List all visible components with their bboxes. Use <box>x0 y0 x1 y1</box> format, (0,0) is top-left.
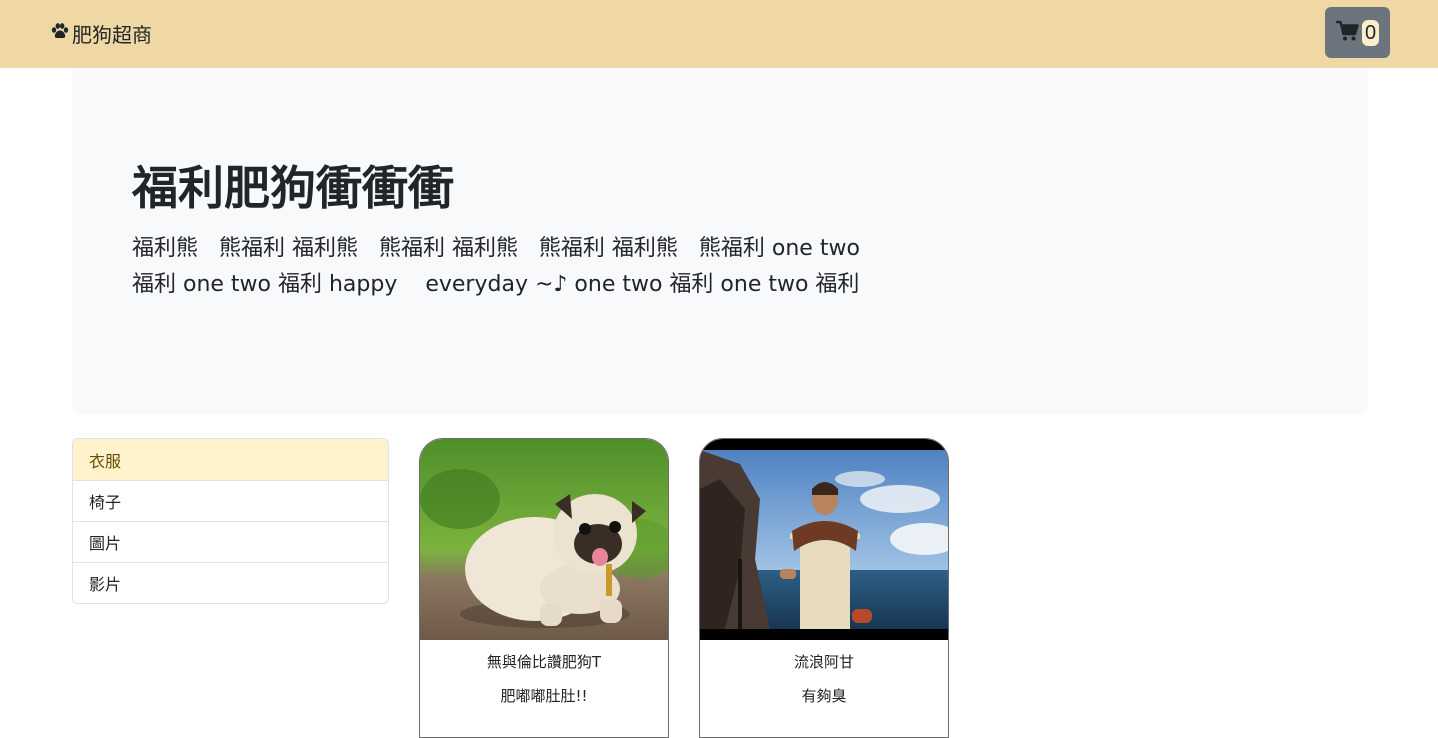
castaway-photo <box>700 439 948 640</box>
hero-lead: 福利熊 熊福利 福利熊 熊福利 福利熊 熊福利 福利熊 熊福利 one two … <box>132 236 860 297</box>
brand-name: 肥狗超商 <box>72 22 152 47</box>
product-card[interactable]: 無與倫比讚肥狗T 肥嘟嘟肚肚!! <box>419 438 669 738</box>
hero-jumbotron: 福利肥狗衝衝衝 福利熊 熊福利 福利熊 熊福利 福利熊 熊福利 福利熊 熊福利 … <box>72 68 1368 414</box>
cart-icon <box>1335 19 1360 46</box>
category-item-pictures[interactable]: 圖片 <box>73 521 388 562</box>
product-description: 肥嘟嘟肚肚!! <box>500 687 588 705</box>
category-item-videos[interactable]: 影片 <box>73 562 388 603</box>
product-card[interactable]: 流浪阿甘 有夠臭 <box>699 438 949 738</box>
cart-count-badge: 0 <box>1361 19 1380 46</box>
category-item-clothes[interactable]: 衣服 <box>73 439 388 480</box>
category-list: 衣服 椅子 圖片 影片 <box>72 438 389 604</box>
cart-button[interactable]: 0 <box>1325 7 1390 58</box>
hero-title: 福利肥狗衝衝衝 <box>132 161 454 215</box>
brand-link[interactable]: 肥狗超商 <box>50 20 152 47</box>
navbar: 肥狗超商 0 <box>0 0 1438 68</box>
pug-photo <box>420 439 668 640</box>
product-title: 流浪阿甘 <box>793 653 854 671</box>
product-title: 無與倫比讚肥狗T <box>486 653 602 671</box>
category-item-chairs[interactable]: 椅子 <box>73 480 388 521</box>
paw-icon <box>50 21 70 46</box>
product-description: 有夠臭 <box>801 687 847 705</box>
